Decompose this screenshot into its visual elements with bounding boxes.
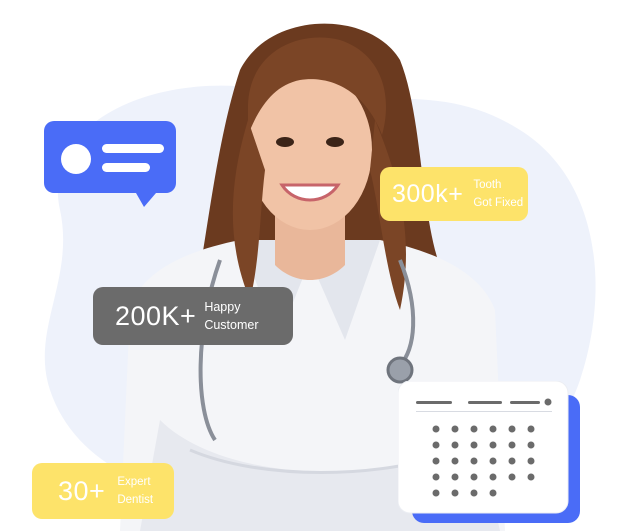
stat-label-line: Expert [117, 476, 151, 488]
stat-card-tooth-fixed: 300k+ Tooth Got Fixed [380, 167, 528, 221]
stat-label-line: Customer [204, 318, 259, 332]
stat-label: Tooth Got Fixed [473, 176, 523, 212]
stat-number: 300k+ [392, 179, 464, 208]
stat-label: Expert Dentist [117, 473, 153, 509]
chat-bubble-icon [44, 121, 176, 207]
stat-label-line: Got Fixed [473, 197, 524, 209]
stat-card-happy-customer: 200K+ Happy Customer [93, 287, 293, 345]
stat-number: 200K+ [115, 300, 197, 331]
stat-card-expert-dentist: 30+ Expert Dentist [32, 463, 174, 519]
stat-label-line: Dentist [117, 494, 154, 506]
hero-illustration: 300k+ Tooth Got Fixed 200K+ Happy Custom… [0, 0, 631, 531]
stat-label-line: Happy [204, 300, 241, 314]
stat-number: 30+ [58, 475, 106, 506]
calendar-icon [398, 381, 580, 523]
stat-label: Happy Customer [204, 298, 258, 334]
stat-label-line: Tooth [473, 179, 502, 191]
